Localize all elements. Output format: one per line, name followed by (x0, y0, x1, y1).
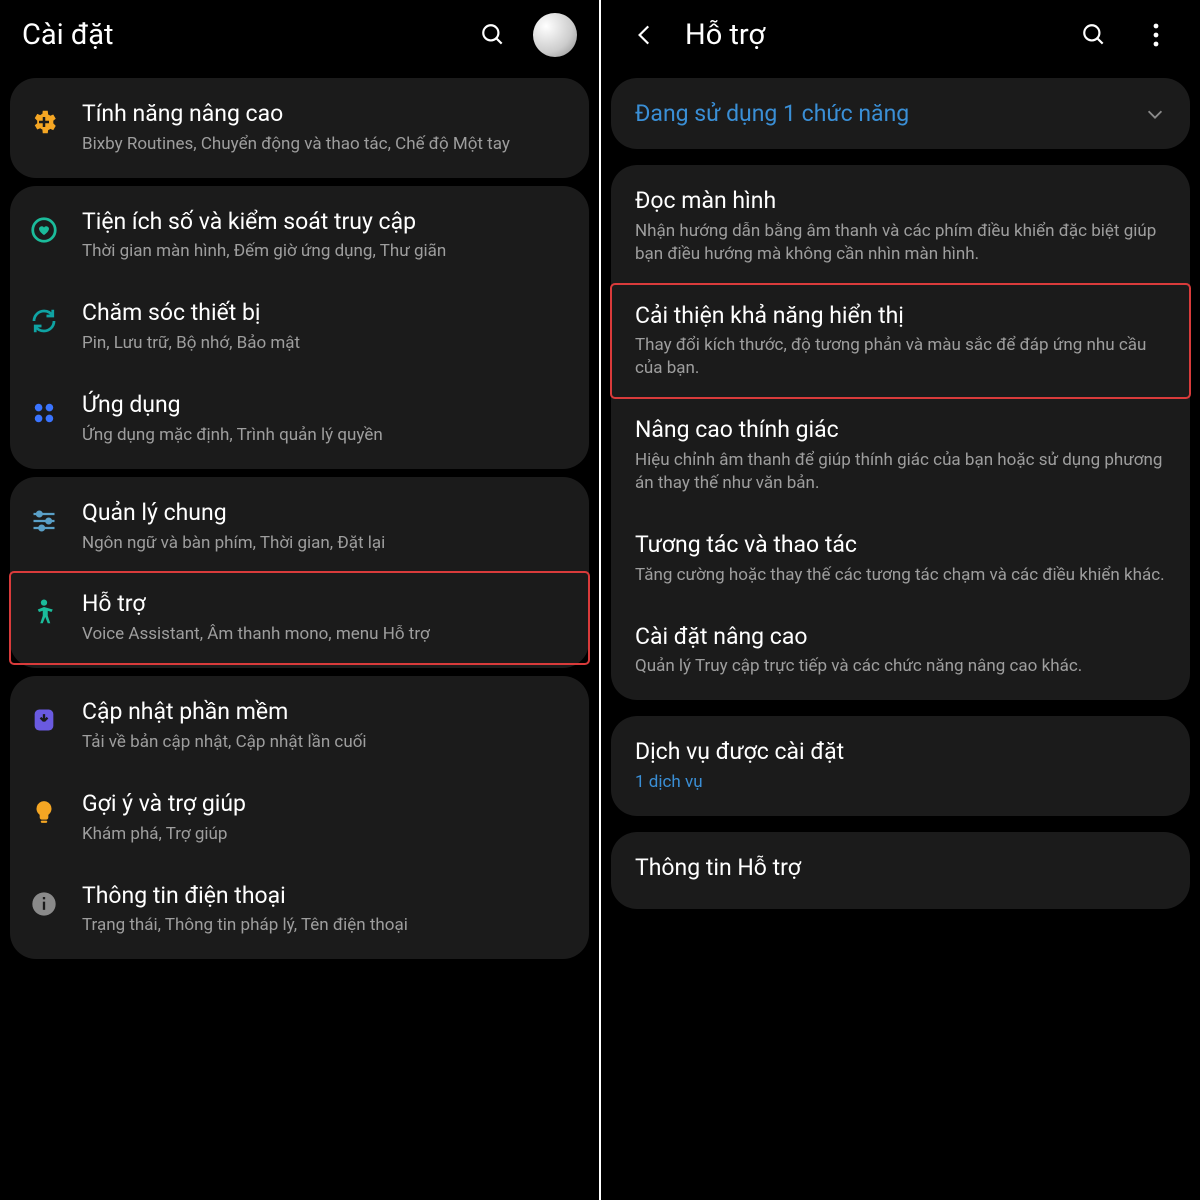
item-subtitle: Trạng thái, Thông tin pháp lý, Tên điện … (82, 914, 569, 937)
bulb-icon (24, 792, 64, 832)
item-subtitle: Quản lý Truy cập trực tiếp và các chức n… (635, 655, 1166, 678)
active-features-banner[interactable]: Đang sử dụng 1 chức năng (611, 78, 1190, 149)
item-title: Tiện ích số và kiểm soát truy cập (82, 208, 569, 237)
item-title: Nâng cao thính giác (635, 416, 1166, 445)
accessibility-item[interactable]: Nâng cao thính giác Hiệu chỉnh âm thanh đ… (611, 398, 1190, 513)
settings-item-gear-plus[interactable]: Tính năng nâng cao Bixby Routines, Chuyển… (10, 82, 589, 174)
settings-item-sliders[interactable]: Quản lý chung Ngôn ngữ và bàn phím, Thời … (10, 481, 589, 573)
ring-refresh-icon (24, 301, 64, 341)
header: Cài đặt (8, 0, 591, 70)
item-title: Dịch vụ được cài đặt (635, 738, 1166, 767)
gear-plus-icon (24, 102, 64, 142)
item-subtitle: Tải về bản cập nhật, Cập nhật lần cuối (82, 731, 569, 754)
item-title: Gợi ý và trợ giúp (82, 790, 569, 819)
item-title: Cập nhật phần mềm (82, 698, 569, 727)
item-subtitle: Pin, Lưu trữ, Bộ nhớ, Bảo mật (82, 332, 569, 355)
settings-item-bulb[interactable]: Gợi ý và trợ giúp Khám phá, Trợ giúp (10, 772, 589, 864)
info-icon (24, 884, 64, 924)
back-icon[interactable] (623, 13, 667, 57)
settings-item-update[interactable]: Cập nhật phần mềm Tải về bản cập nhật, Cậ… (10, 680, 589, 772)
item-title: Chăm sóc thiết bị (82, 299, 569, 328)
settings-screen: Cài đặt Tính năng nâng cao Bixby Routines… (0, 0, 599, 1200)
item-subtitle: Ngôn ngữ và bàn phím, Thời gian, Đặt lại (82, 532, 569, 555)
more-icon[interactable] (1134, 13, 1178, 57)
item-title: Đọc màn hình (635, 187, 1166, 216)
item-subtitle: Nhận hướng dẫn bằng âm thanh và các phím… (635, 220, 1166, 266)
item-title: Thông tin điện thoại (82, 882, 569, 911)
settings-item-ring-refresh[interactable]: Chăm sóc thiết bị Pin, Lưu trữ, Bộ nhớ, B… (10, 281, 589, 373)
about-accessibility-item[interactable]: Thông tin Hỗ trợ (611, 832, 1190, 909)
item-subtitle: Hiệu chỉnh âm thanh để giúp thính giác c… (635, 449, 1166, 495)
item-title: Quản lý chung (82, 499, 569, 528)
installed-services-item[interactable]: Dịch vụ được cài đặt 1 dịch vụ (611, 716, 1190, 816)
item-title: Thông tin Hỗ trợ (635, 854, 1166, 883)
item-subtitle: Khám phá, Trợ giúp (82, 823, 569, 846)
item-title: Tương tác và thao tác (635, 531, 1166, 560)
banner-label: Đang sử dụng 1 chức năng (635, 100, 1144, 127)
accessibility-item[interactable]: Cài đặt nâng cao Quản lý Truy cập trực ti… (611, 605, 1190, 697)
item-subtitle: Thời gian màn hình, Đếm giờ ứng dụng, Th… (82, 240, 569, 263)
settings-item-info[interactable]: Thông tin điện thoại Trạng thái, Thông ti… (10, 864, 589, 956)
item-title: Hỗ trợ (82, 590, 569, 619)
settings-group: Cập nhật phần mềm Tải về bản cập nhật, Cậ… (10, 676, 589, 959)
page-title: Hỗ trợ (685, 18, 1054, 52)
page-title: Cài đặt (22, 18, 453, 52)
ring-heart-icon (24, 210, 64, 250)
search-icon[interactable] (1072, 13, 1116, 57)
update-icon (24, 700, 64, 740)
accessibility-screen: Hỗ trợ Đang sử dụng 1 chức năng Đọc màn … (599, 0, 1200, 1200)
person-icon (24, 592, 64, 632)
chevron-down-icon (1144, 103, 1166, 125)
search-icon[interactable] (471, 13, 515, 57)
item-subtitle: Ứng dụng mặc định, Trình quản lý quyền (82, 424, 569, 447)
item-title: Cài đặt nâng cao (635, 623, 1166, 652)
settings-group: Tính năng nâng cao Bixby Routines, Chuyển… (10, 78, 589, 178)
settings-item-grid4[interactable]: Ứng dụng Ứng dụng mặc định, Trình quản lý… (10, 373, 589, 465)
item-subtitle: Thay đổi kích thước, độ tương phản và mà… (635, 334, 1166, 380)
accessibility-item[interactable]: Tương tác và thao tác Tăng cường hoặc tha… (611, 513, 1190, 605)
item-title: Tính năng nâng cao (82, 100, 569, 129)
item-title: Ứng dụng (82, 391, 569, 420)
accessibility-item[interactable]: Cải thiện khả năng hiển thị Thay đổi kích… (611, 284, 1190, 399)
settings-item-person[interactable]: Hỗ trợ Voice Assistant, Âm thanh mono, me… (10, 572, 589, 664)
item-title: Cải thiện khả năng hiển thị (635, 302, 1166, 331)
accessibility-item[interactable]: Đọc màn hình Nhận hướng dẫn bằng âm thanh… (611, 169, 1190, 284)
header: Hỗ trợ (609, 0, 1192, 70)
settings-item-ring-heart[interactable]: Tiện ích số và kiểm soát truy cập Thời gi… (10, 190, 589, 282)
settings-group: Tiện ích số và kiểm soát truy cập Thời gi… (10, 186, 589, 469)
item-subtitle: 1 dịch vụ (635, 771, 1166, 794)
item-subtitle: Voice Assistant, Âm thanh mono, menu Hỗ … (82, 623, 569, 646)
avatar[interactable] (533, 13, 577, 57)
grid4-icon (24, 393, 64, 433)
settings-group: Quản lý chung Ngôn ngữ và bàn phím, Thời … (10, 477, 589, 668)
item-subtitle: Tăng cường hoặc thay thế các tương tác c… (635, 564, 1166, 587)
sliders-icon (24, 501, 64, 541)
item-subtitle: Bixby Routines, Chuyển động và thao tác,… (82, 133, 569, 156)
